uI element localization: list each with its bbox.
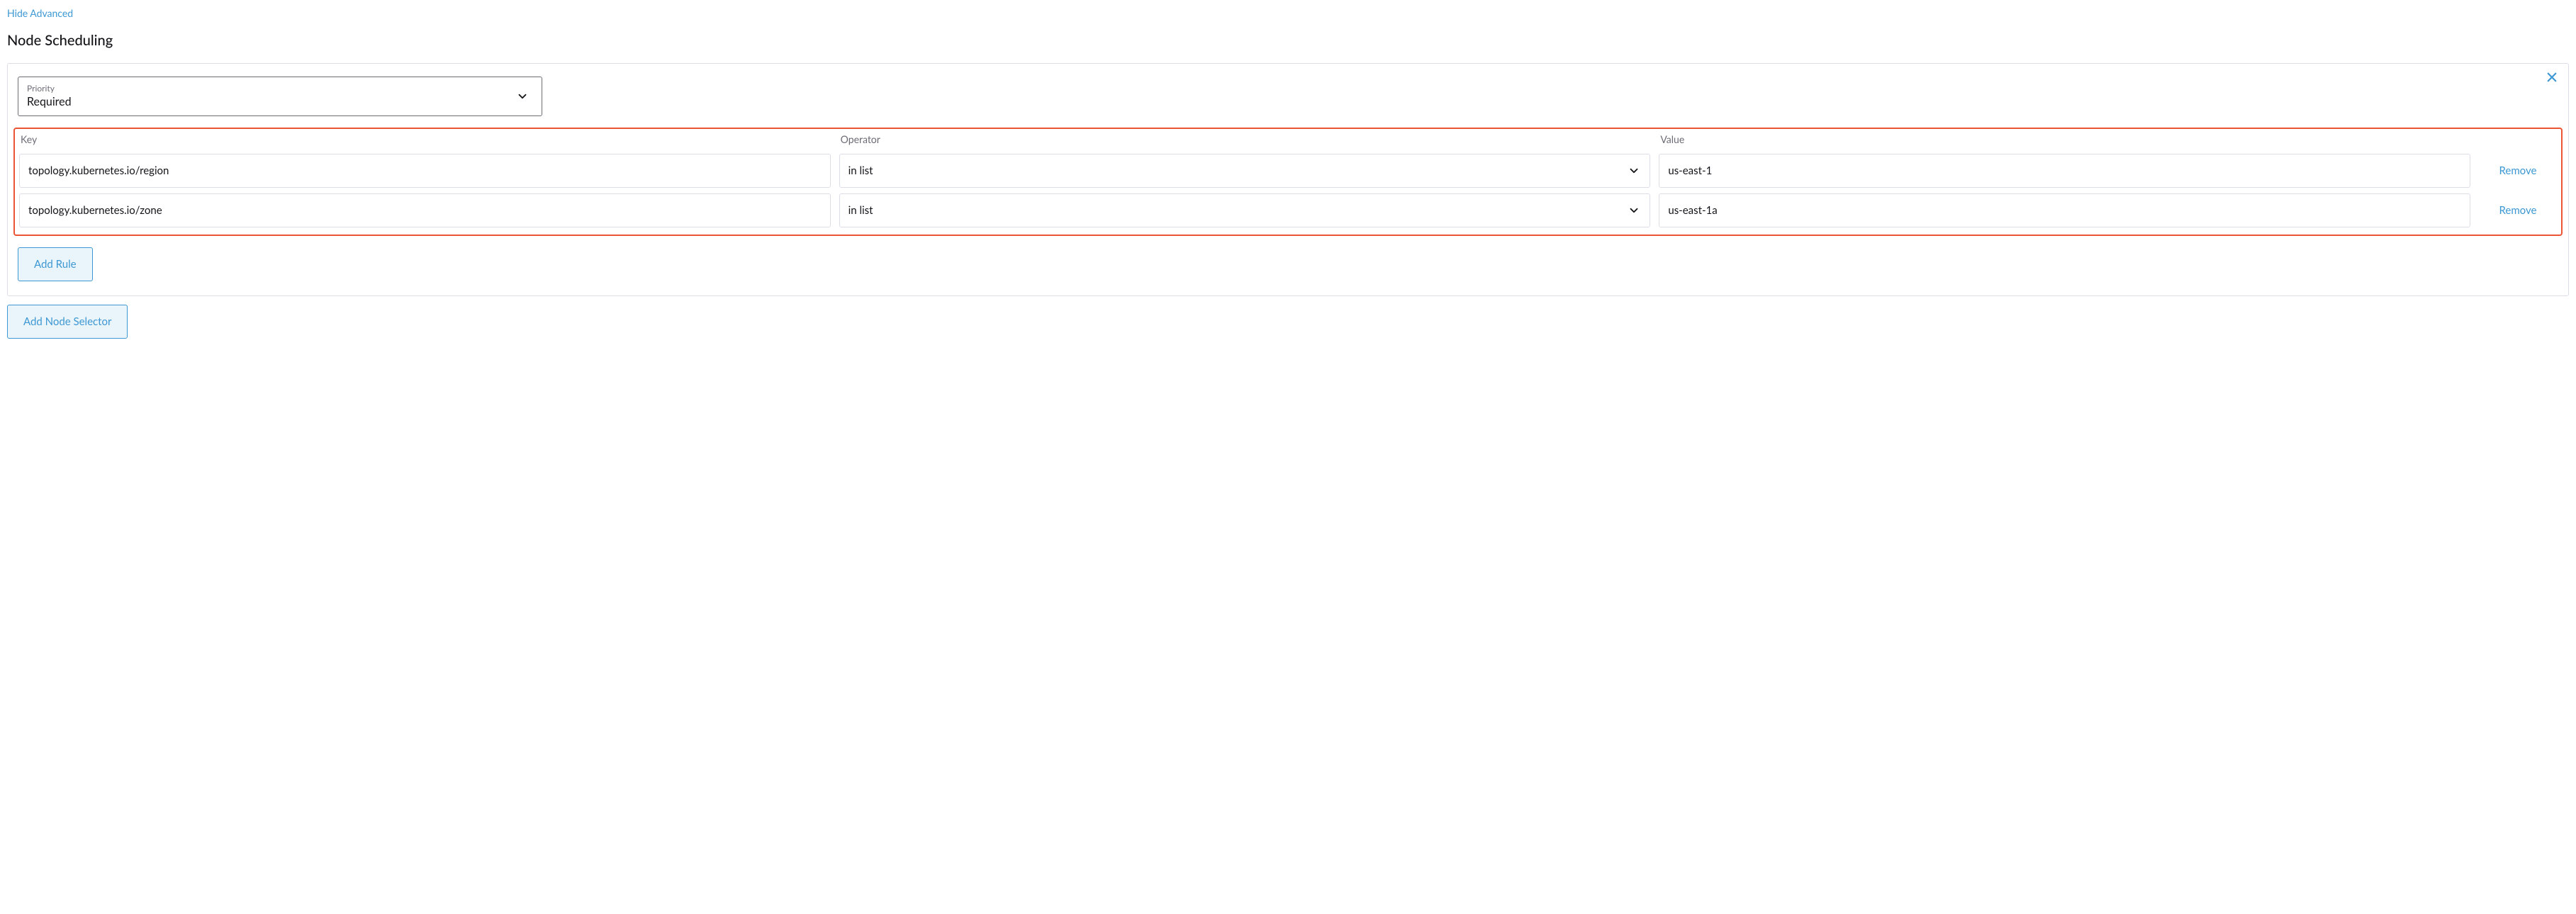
add-node-selector-button[interactable]: Add Node Selector xyxy=(7,305,128,339)
priority-label: Priority xyxy=(27,83,533,94)
add-rule-button[interactable]: Add Rule xyxy=(18,247,93,281)
key-input[interactable] xyxy=(19,193,831,227)
remove-button[interactable]: Remove xyxy=(2479,164,2557,177)
priority-value: Required xyxy=(27,95,533,108)
column-headers: Key Operator Value xyxy=(19,133,2557,148)
section-heading: Node Scheduling xyxy=(7,32,2569,49)
remove-button[interactable]: Remove xyxy=(2479,204,2557,217)
key-input[interactable] xyxy=(19,154,831,188)
rule-row: Remove xyxy=(19,193,2557,227)
rules-highlight-box: Key Operator Value Remove xyxy=(13,128,2563,236)
value-column-header: Value xyxy=(1659,133,2470,148)
chevron-down-icon xyxy=(516,90,529,103)
node-selector-group: Priority Required Key Operator Value Rem… xyxy=(7,63,2569,296)
hide-advanced-link[interactable]: Hide Advanced xyxy=(7,7,73,19)
close-icon[interactable] xyxy=(2546,71,2558,86)
priority-select[interactable]: Priority Required xyxy=(18,77,542,116)
operator-column-header: Operator xyxy=(839,133,1651,148)
value-input[interactable] xyxy=(1659,154,2470,188)
operator-input[interactable] xyxy=(839,193,1651,227)
operator-select[interactable] xyxy=(839,193,1651,227)
value-input[interactable] xyxy=(1659,193,2470,227)
rule-row: Remove xyxy=(19,154,2557,188)
operator-select[interactable] xyxy=(839,154,1651,188)
operator-input[interactable] xyxy=(839,154,1651,188)
key-column-header: Key xyxy=(19,133,831,148)
